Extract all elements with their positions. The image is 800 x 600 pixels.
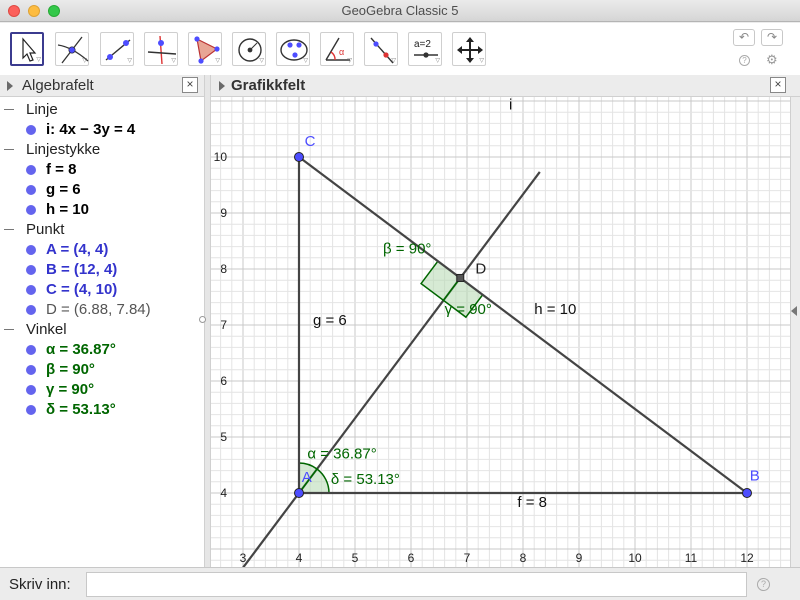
toolbar: ▽ ▽ ▽ ▽ ▽ ▽ ▽ α ▽ ▽ a=2 ▽ ▽ ↶ ↷ ? ⚙ bbox=[0, 23, 800, 75]
slider-tool-button[interactable]: a=2 ▽ bbox=[408, 32, 442, 66]
point-D-label: D bbox=[475, 260, 486, 277]
point-A bbox=[294, 488, 304, 498]
x-tick-label: 11 bbox=[685, 551, 698, 565]
y-tick-label: 10 bbox=[214, 150, 228, 164]
visibility-dot-icon[interactable] bbox=[26, 285, 36, 295]
segment-f-label: f = 8 bbox=[517, 494, 547, 511]
y-tick-label: 5 bbox=[220, 430, 227, 444]
style-bar-toggle-icon[interactable] bbox=[791, 306, 797, 316]
x-tick-label: 9 bbox=[576, 551, 583, 565]
y-tick-label: 7 bbox=[220, 318, 227, 332]
collapse-minus-icon[interactable] bbox=[4, 229, 14, 230]
visibility-dot-icon[interactable] bbox=[26, 205, 36, 215]
visibility-dot-icon[interactable] bbox=[26, 385, 36, 395]
x-tick-label: 12 bbox=[740, 551, 754, 565]
title-bar: GeoGebra Classic 5 bbox=[0, 0, 800, 22]
angle-alpha-label: α = 36.87° bbox=[307, 445, 376, 462]
point-B bbox=[742, 488, 752, 498]
splitter-handle[interactable] bbox=[199, 316, 206, 323]
graphics-close-button[interactable]: × bbox=[770, 77, 786, 93]
algebra-view: Linje i: 4x − 3y = 4 Linjestykke f = 8 g… bbox=[0, 97, 204, 567]
circle-tool-button[interactable]: ▽ bbox=[232, 32, 266, 66]
angle-tool-button[interactable]: α ▽ bbox=[320, 32, 354, 66]
gear-icon[interactable]: ⚙ bbox=[766, 52, 778, 68]
axis-tick-labels: 3 4 5 6 7 8 9 10 11 1245678910 bbox=[214, 150, 754, 565]
y-tick-label: 4 bbox=[220, 486, 227, 500]
point-B-label: B bbox=[750, 468, 760, 485]
collapse-minus-icon[interactable] bbox=[4, 149, 14, 150]
reflect-tool-button[interactable]: ▽ bbox=[364, 32, 398, 66]
visibility-dot-icon[interactable] bbox=[26, 245, 36, 255]
segment-h-label: h = 10 bbox=[534, 301, 576, 318]
polygon-tool-button[interactable]: ▽ bbox=[188, 32, 222, 66]
y-tick-label: 8 bbox=[220, 262, 227, 276]
point-A-label: A bbox=[302, 469, 312, 486]
redo-icon[interactable]: ↷ bbox=[761, 29, 783, 46]
graphics-side-strip bbox=[790, 97, 800, 567]
visibility-dot-icon[interactable] bbox=[26, 265, 36, 275]
input-label: Skriv inn: bbox=[9, 576, 71, 593]
window-title: GeoGebra Classic 5 bbox=[341, 3, 459, 18]
visibility-dot-icon[interactable] bbox=[26, 305, 36, 315]
slider-tool-label: a=2 bbox=[414, 39, 431, 50]
graphics-collapse-icon[interactable] bbox=[219, 81, 225, 91]
move-tool-button[interactable]: ▽ bbox=[10, 32, 44, 66]
x-tick-label: 5 bbox=[352, 551, 359, 565]
conic-tool-button[interactable]: ▽ bbox=[276, 32, 310, 66]
x-tick-label: 6 bbox=[408, 551, 415, 565]
algebra-view-header: Algebrafelt × bbox=[0, 75, 204, 97]
input-bar: Skriv inn: ? bbox=[0, 567, 800, 600]
algebra-close-button[interactable]: × bbox=[182, 77, 198, 93]
visibility-dot-icon[interactable] bbox=[26, 185, 36, 195]
x-tick-label: 7 bbox=[464, 551, 471, 565]
angle-delta-label: δ = 53.13° bbox=[331, 471, 400, 488]
visibility-dot-icon[interactable] bbox=[26, 345, 36, 355]
perpendicular-line-tool-button[interactable]: ▽ bbox=[144, 32, 178, 66]
svg-text:α: α bbox=[339, 47, 344, 57]
toolbar-help-icon[interactable]: ? bbox=[739, 55, 750, 66]
angle-gamma-label: γ = 90° bbox=[445, 301, 492, 318]
undo-icon[interactable]: ↶ bbox=[733, 29, 755, 46]
x-tick-label: 4 bbox=[296, 551, 303, 565]
visibility-dot-icon[interactable] bbox=[26, 165, 36, 175]
move-graphics-view-tool-button[interactable]: ▽ bbox=[452, 32, 486, 66]
input-help-icon[interactable]: ? bbox=[757, 578, 770, 591]
graphics-view-header: Grafikkfelt × bbox=[211, 75, 800, 97]
point-C-label: C bbox=[305, 133, 316, 150]
graphics-view[interactable]: 3 4 5 6 7 8 9 10 11 12 4 5 6 7 8 9 10 if = 8g = 6h = 10 α… bbox=[211, 97, 790, 567]
point-D bbox=[456, 273, 465, 282]
input-field[interactable] bbox=[86, 572, 747, 597]
visibility-dot-icon[interactable] bbox=[26, 125, 36, 135]
graphics-view-title: Grafikkfelt bbox=[231, 77, 306, 94]
y-tick-label: 9 bbox=[220, 206, 227, 220]
point-C bbox=[294, 152, 304, 162]
x-tick-label: 8 bbox=[520, 551, 527, 565]
angle-beta-label: β = 90° bbox=[383, 240, 431, 257]
graphics-canvas[interactable]: 3 4 5 6 7 8 9 10 11 1245678910 if = 8g = 6h = 10α… bbox=[211, 97, 790, 567]
algebra-view-title: Algebrafelt bbox=[22, 77, 94, 94]
segment-g-label: g = 6 bbox=[313, 312, 347, 329]
point-tool-button[interactable]: ▽ bbox=[55, 32, 89, 66]
algebra-collapse-icon[interactable] bbox=[7, 81, 13, 91]
collapse-minus-icon[interactable] bbox=[4, 329, 14, 330]
visibility-dot-icon[interactable] bbox=[26, 405, 36, 415]
visibility-dot-icon[interactable] bbox=[26, 365, 36, 375]
collapse-minus-icon[interactable] bbox=[4, 109, 14, 110]
x-tick-label: 10 bbox=[628, 551, 642, 565]
y-tick-label: 6 bbox=[220, 374, 227, 388]
line-i-label: i bbox=[509, 97, 512, 113]
line-tool-button[interactable]: ▽ bbox=[100, 32, 134, 66]
